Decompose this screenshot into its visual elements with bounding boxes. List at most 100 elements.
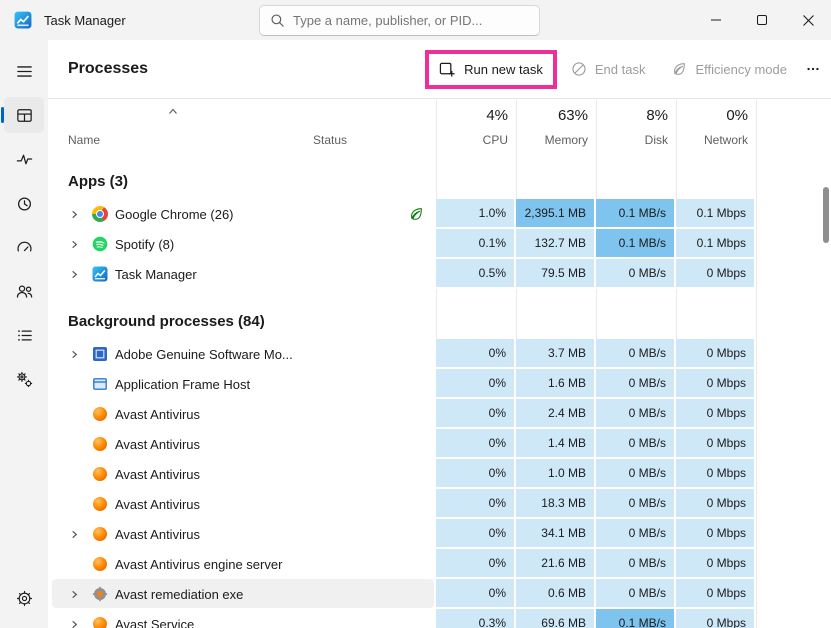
process-name-cell: Avast Antivirus <box>48 519 300 549</box>
sidebar-item-performance[interactable] <box>4 141 44 177</box>
search-input[interactable] <box>293 13 529 28</box>
search-icon <box>270 13 285 28</box>
expand-chevron-icon[interactable] <box>69 589 81 600</box>
scrollbar[interactable] <box>823 102 829 624</box>
details-icon <box>15 326 34 345</box>
sidebar-item-startup-apps[interactable] <box>4 229 44 265</box>
column-header-disk[interactable]: 8% Disk <box>596 100 676 155</box>
maximize-button[interactable] <box>739 0 785 40</box>
process-name-cell: Google Chrome (26) <box>48 199 300 229</box>
minimize-button[interactable] <box>693 0 739 40</box>
group-label: Apps (3) <box>68 173 128 190</box>
network-total-usage: 0% <box>726 107 748 124</box>
network-cell: 0.1 Mbps <box>676 229 756 259</box>
run-new-task-icon <box>439 61 456 78</box>
avast-icon <box>92 466 108 482</box>
sidebar-item-processes[interactable] <box>4 97 44 133</box>
column-header-memory[interactable]: 63% Memory <box>516 100 596 155</box>
column-header-name[interactable]: Name <box>48 100 300 155</box>
cpu-cell: 1.0% <box>436 199 516 229</box>
end-task-label: End task <box>595 62 646 77</box>
expand-chevron-icon[interactable] <box>69 619 81 628</box>
column-header-status[interactable]: Status <box>300 100 436 155</box>
expand-chevron-icon[interactable] <box>69 529 81 540</box>
page-title: Processes <box>68 60 148 78</box>
sidebar <box>0 40 48 628</box>
more-ellipsis-icon <box>805 61 821 77</box>
process-row[interactable]: Avast Antivirus engine server0%21.6 MB0 … <box>48 549 831 579</box>
memory-cell: 132.7 MB <box>516 229 596 259</box>
disk-cell: 0 MB/s <box>596 429 676 459</box>
process-row[interactable]: Avast Antivirus0%18.3 MB0 MB/s0 Mbps <box>48 489 831 519</box>
avast-icon <box>92 436 108 452</box>
process-row[interactable]: Avast Antivirus0%2.4 MB0 MB/s0 Mbps <box>48 399 831 429</box>
settings-icon <box>15 589 34 608</box>
sidebar-item-users[interactable] <box>4 273 44 309</box>
disk-total-usage: 8% <box>646 107 668 124</box>
disk-cell: 0 MB/s <box>596 519 676 549</box>
process-row[interactable]: Avast Antivirus0%1.0 MB0 MB/s0 Mbps <box>48 459 831 489</box>
memory-cell: 21.6 MB <box>516 549 596 579</box>
search-box[interactable] <box>259 5 540 36</box>
run-new-task-button[interactable]: Run new task <box>439 61 543 78</box>
status-cell <box>300 519 436 549</box>
status-cell <box>300 259 436 289</box>
efficiency-mode-label: Efficiency mode <box>695 62 787 77</box>
app-window: { "titlebar": { "app_title": "Task Manag… <box>0 0 831 628</box>
avast-icon <box>92 496 108 512</box>
expand-chevron-icon[interactable] <box>69 349 81 360</box>
status-cell <box>300 429 436 459</box>
sidebar-item-services[interactable] <box>4 361 44 397</box>
end-task-button[interactable]: End task <box>571 61 646 77</box>
process-name: Avast remediation exe <box>115 587 243 602</box>
efficiency-mode-button[interactable]: Efficiency mode <box>671 61 787 77</box>
adobe-icon <box>92 346 108 362</box>
column-header-cpu[interactable]: 4% CPU <box>436 100 516 155</box>
close-button[interactable] <box>785 0 831 40</box>
process-row[interactable]: Avast Antivirus0%1.4 MB0 MB/s0 Mbps <box>48 429 831 459</box>
process-row[interactable]: Task Manager0.5%79.5 MB0 MB/s0 Mbps <box>48 259 831 289</box>
avast-icon <box>92 526 108 542</box>
sidebar-item-details[interactable] <box>4 317 44 353</box>
process-row[interactable]: Google Chrome (26)1.0%2,395.1 MB0.1 MB/s… <box>48 199 831 229</box>
disk-cell: 0 MB/s <box>596 259 676 289</box>
avast-remediation-icon <box>92 586 108 602</box>
process-row[interactable]: Avast Service0.3%69.6 MB0.1 MB/s0 Mbps <box>48 609 831 628</box>
expand-chevron-icon[interactable] <box>69 269 81 280</box>
more-options-button[interactable] <box>805 61 821 77</box>
process-name-cell: Adobe Genuine Software Mo... <box>48 339 300 369</box>
cpu-cell: 0% <box>436 489 516 519</box>
expand-chevron-icon[interactable] <box>69 239 81 250</box>
status-cell <box>300 399 436 429</box>
sidebar-item-settings[interactable] <box>4 580 44 616</box>
process-row[interactable]: Application Frame Host0%1.6 MB0 MB/s0 Mb… <box>48 369 831 399</box>
group-header[interactable]: Apps (3) <box>48 163 831 199</box>
status-cell <box>300 199 436 229</box>
scrollbar-thumb[interactable] <box>823 187 829 243</box>
memory-cell: 18.3 MB <box>516 489 596 519</box>
maximize-icon <box>757 15 767 25</box>
expand-chevron-icon[interactable] <box>69 209 81 220</box>
process-row[interactable]: Spotify (8)0.1%132.7 MB0.1 MB/s0.1 Mbps <box>48 229 831 259</box>
process-row[interactable]: Adobe Genuine Software Mo...0%3.7 MB0 MB… <box>48 339 831 369</box>
network-cell: 0 Mbps <box>676 259 756 289</box>
app-history-icon <box>15 194 34 213</box>
network-cell: 0 Mbps <box>676 399 756 429</box>
cpu-cell: 0.3% <box>436 609 516 628</box>
process-name-cell: Avast Antivirus <box>48 399 300 429</box>
column-label: CPU <box>483 133 508 147</box>
cpu-cell: 0% <box>436 579 516 609</box>
process-row[interactable]: Avast Antivirus0%34.1 MB0 MB/s0 Mbps <box>48 519 831 549</box>
process-name-cell: Task Manager <box>48 259 300 289</box>
cpu-cell: 0% <box>436 519 516 549</box>
column-header-network[interactable]: 0% Network <box>676 100 756 155</box>
menu-button[interactable] <box>4 53 44 89</box>
disk-cell: 0 MB/s <box>596 459 676 489</box>
memory-cell: 2.4 MB <box>516 399 596 429</box>
process-row[interactable]: Avast remediation exe0%0.6 MB0 MB/s0 Mbp… <box>48 579 831 609</box>
sidebar-item-app-history[interactable] <box>4 185 44 221</box>
group-header[interactable]: Background processes (84) <box>48 303 831 339</box>
process-name: Task Manager <box>115 267 197 282</box>
status-cell <box>300 459 436 489</box>
column-label: Memory <box>545 133 588 147</box>
